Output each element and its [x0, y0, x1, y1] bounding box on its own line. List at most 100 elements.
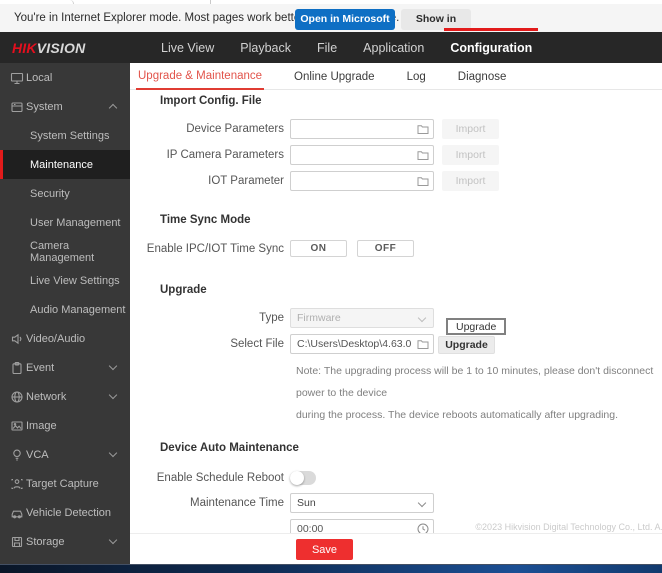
video-audio-icon [10, 332, 24, 346]
config-tabbar: Upgrade & Maintenance Online Upgrade Log… [130, 63, 662, 90]
import-ip-camera-parameters-button[interactable]: Import [442, 145, 499, 165]
sidebar-item-label: Image [26, 420, 57, 432]
sidebar-item-vehicle-detection[interactable]: Vehicle Detection [0, 498, 130, 527]
sidebar-item-network[interactable]: Network [0, 382, 130, 411]
nav-configuration[interactable]: Configuration [444, 32, 538, 63]
time-sync-off-button[interactable]: OFF [357, 240, 414, 257]
ie-mode-bar: You're in Internet Explorer mode. Most p… [0, 4, 662, 32]
maintenance-time-input[interactable] [290, 519, 434, 533]
device-parameters-row: Device Parameters Import [130, 119, 662, 139]
device-parameters-input[interactable] [290, 119, 434, 139]
toggle-knob [290, 471, 304, 485]
sidebar-item-security[interactable]: Security [0, 179, 130, 208]
iot-parameter-input[interactable] [290, 171, 434, 191]
tab-diagnose[interactable]: Diagnose [456, 63, 509, 90]
schedule-reboot-toggle[interactable] [290, 471, 316, 485]
nav-application[interactable]: Application [357, 32, 430, 63]
tab-log[interactable]: Log [405, 63, 428, 90]
iot-parameter-label: IOT Parameter [130, 175, 290, 187]
main-content: Upgrade & Maintenance Online Upgrade Log… [130, 63, 662, 533]
section-title-time-sync: Time Sync Mode [160, 213, 662, 227]
sidebar-item-video-audio[interactable]: Video/Audio [0, 324, 130, 353]
upgrade-type-select: Firmware [290, 308, 434, 328]
sidebar-item-system[interactable]: System [0, 92, 130, 121]
maintenance-time-row: Maintenance Time Sun [130, 493, 662, 513]
tab-online-upgrade[interactable]: Online Upgrade [292, 63, 377, 90]
logo-vision: VISION [37, 40, 86, 56]
sidebar-item-audio-management[interactable]: Audio Management [0, 295, 130, 324]
upgrade-type-value: Firmware [297, 312, 341, 324]
target-capture-icon [10, 477, 24, 491]
sidebar-item-label: User Management [30, 217, 121, 229]
save-button[interactable]: Save [296, 539, 353, 560]
storage-icon [10, 535, 24, 549]
open-in-edge-button[interactable]: Open in Microsoft Edge [295, 9, 395, 30]
sidebar-item-storage[interactable]: Storage [0, 527, 130, 556]
network-icon [10, 390, 24, 404]
show-in-toolbar-button[interactable]: Show in toolbar [401, 9, 471, 30]
import-device-parameters-button[interactable]: Import [442, 119, 499, 139]
sidebar-item-image[interactable]: Image [0, 411, 130, 440]
ip-camera-parameters-input[interactable] [290, 145, 434, 165]
logo-hik: HIK [12, 40, 37, 56]
nav-live-view[interactable]: Live View [155, 32, 220, 63]
sidebar-item-label: Audio Management [30, 304, 125, 316]
image-icon [10, 419, 24, 433]
page-root: You're in Internet Explorer mode. Most p… [0, 0, 662, 573]
upgrade-note-line1: Note: The upgrading process will be 1 to… [296, 360, 662, 404]
sidebar-item-label: Network [26, 391, 66, 403]
import-iot-parameter-button[interactable]: Import [442, 171, 499, 191]
chevron-down-icon [109, 536, 117, 544]
system-icon [10, 100, 24, 114]
sidebar-item-live-view-settings[interactable]: Live View Settings [0, 266, 130, 295]
app-header: HIKVISION Live View Playback File Applic… [0, 32, 662, 63]
nav-file[interactable]: File [311, 32, 343, 63]
upgrade-button[interactable]: Upgrade [438, 336, 495, 354]
sidebar-item-label: Security [30, 188, 70, 200]
time-sync-on-button[interactable]: ON [290, 240, 347, 257]
monitor-icon [10, 71, 24, 85]
main-nav: Live View Playback File Application Conf… [155, 32, 538, 63]
sidebar-item-label: System [26, 101, 63, 113]
select-file-input[interactable] [290, 334, 434, 354]
sidebar-item-iot-channel[interactable]: IoT Channel Settings [0, 556, 130, 564]
section-title-auto-maintenance: Device Auto Maintenance [160, 441, 662, 455]
sidebar-item-event[interactable]: Event [0, 353, 130, 382]
sidebar-item-system-settings[interactable]: System Settings [0, 121, 130, 150]
schedule-reboot-label: Enable Schedule Reboot [130, 472, 290, 484]
background-window-strip [0, 564, 662, 573]
tab-upgrade-maintenance[interactable]: Upgrade & Maintenance [136, 63, 264, 90]
ip-camera-parameters-label: IP Camera Parameters [130, 149, 290, 161]
maintenance-day-select[interactable]: Sun [290, 493, 434, 513]
sidebar-item-maintenance[interactable]: Maintenance [0, 150, 130, 179]
sidebar-item-vca[interactable]: VCA [0, 440, 130, 469]
clock-icon[interactable] [417, 523, 429, 533]
iot-parameter-row: IOT Parameter Import [130, 171, 662, 191]
folder-icon[interactable] [416, 123, 429, 135]
folder-icon[interactable] [416, 338, 429, 350]
section-title-upgrade: Upgrade [160, 283, 662, 297]
upgrade-note: Note: The upgrading process will be 1 to… [296, 360, 662, 426]
sidebar-item-label: Event [26, 362, 54, 374]
sidebar-item-label: Storage [26, 536, 65, 548]
select-file-row: Select File Upgrade Upgrade [130, 334, 662, 354]
time-sync-label: Enable IPC/IOT Time Sync [130, 243, 290, 255]
event-icon [10, 361, 24, 375]
sidebar-item-label: Local [26, 72, 52, 84]
folder-icon[interactable] [416, 175, 429, 187]
folder-icon[interactable] [416, 149, 429, 161]
upgrade-type-row: Type Firmware [130, 308, 662, 328]
upgrade-type-label: Type [130, 312, 290, 324]
sidebar-item-target-capture[interactable]: Target Capture [0, 469, 130, 498]
sidebar-item-label: Vehicle Detection [26, 507, 111, 519]
sidebar-item-local[interactable]: Local [0, 63, 130, 92]
maintenance-time-label: Maintenance Time [130, 497, 290, 509]
sidebar-item-label: Maintenance [30, 159, 93, 171]
nav-playback[interactable]: Playback [234, 32, 297, 63]
section-title-import-config: Import Config. File [160, 94, 662, 108]
sidebar-item-label: System Settings [30, 130, 109, 142]
sidebar-item-camera-management[interactable]: Camera Management [0, 237, 130, 266]
sidebar-item-user-management[interactable]: User Management [0, 208, 130, 237]
ip-camera-parameters-row: IP Camera Parameters Import [130, 145, 662, 165]
chevron-down-icon [109, 449, 117, 457]
